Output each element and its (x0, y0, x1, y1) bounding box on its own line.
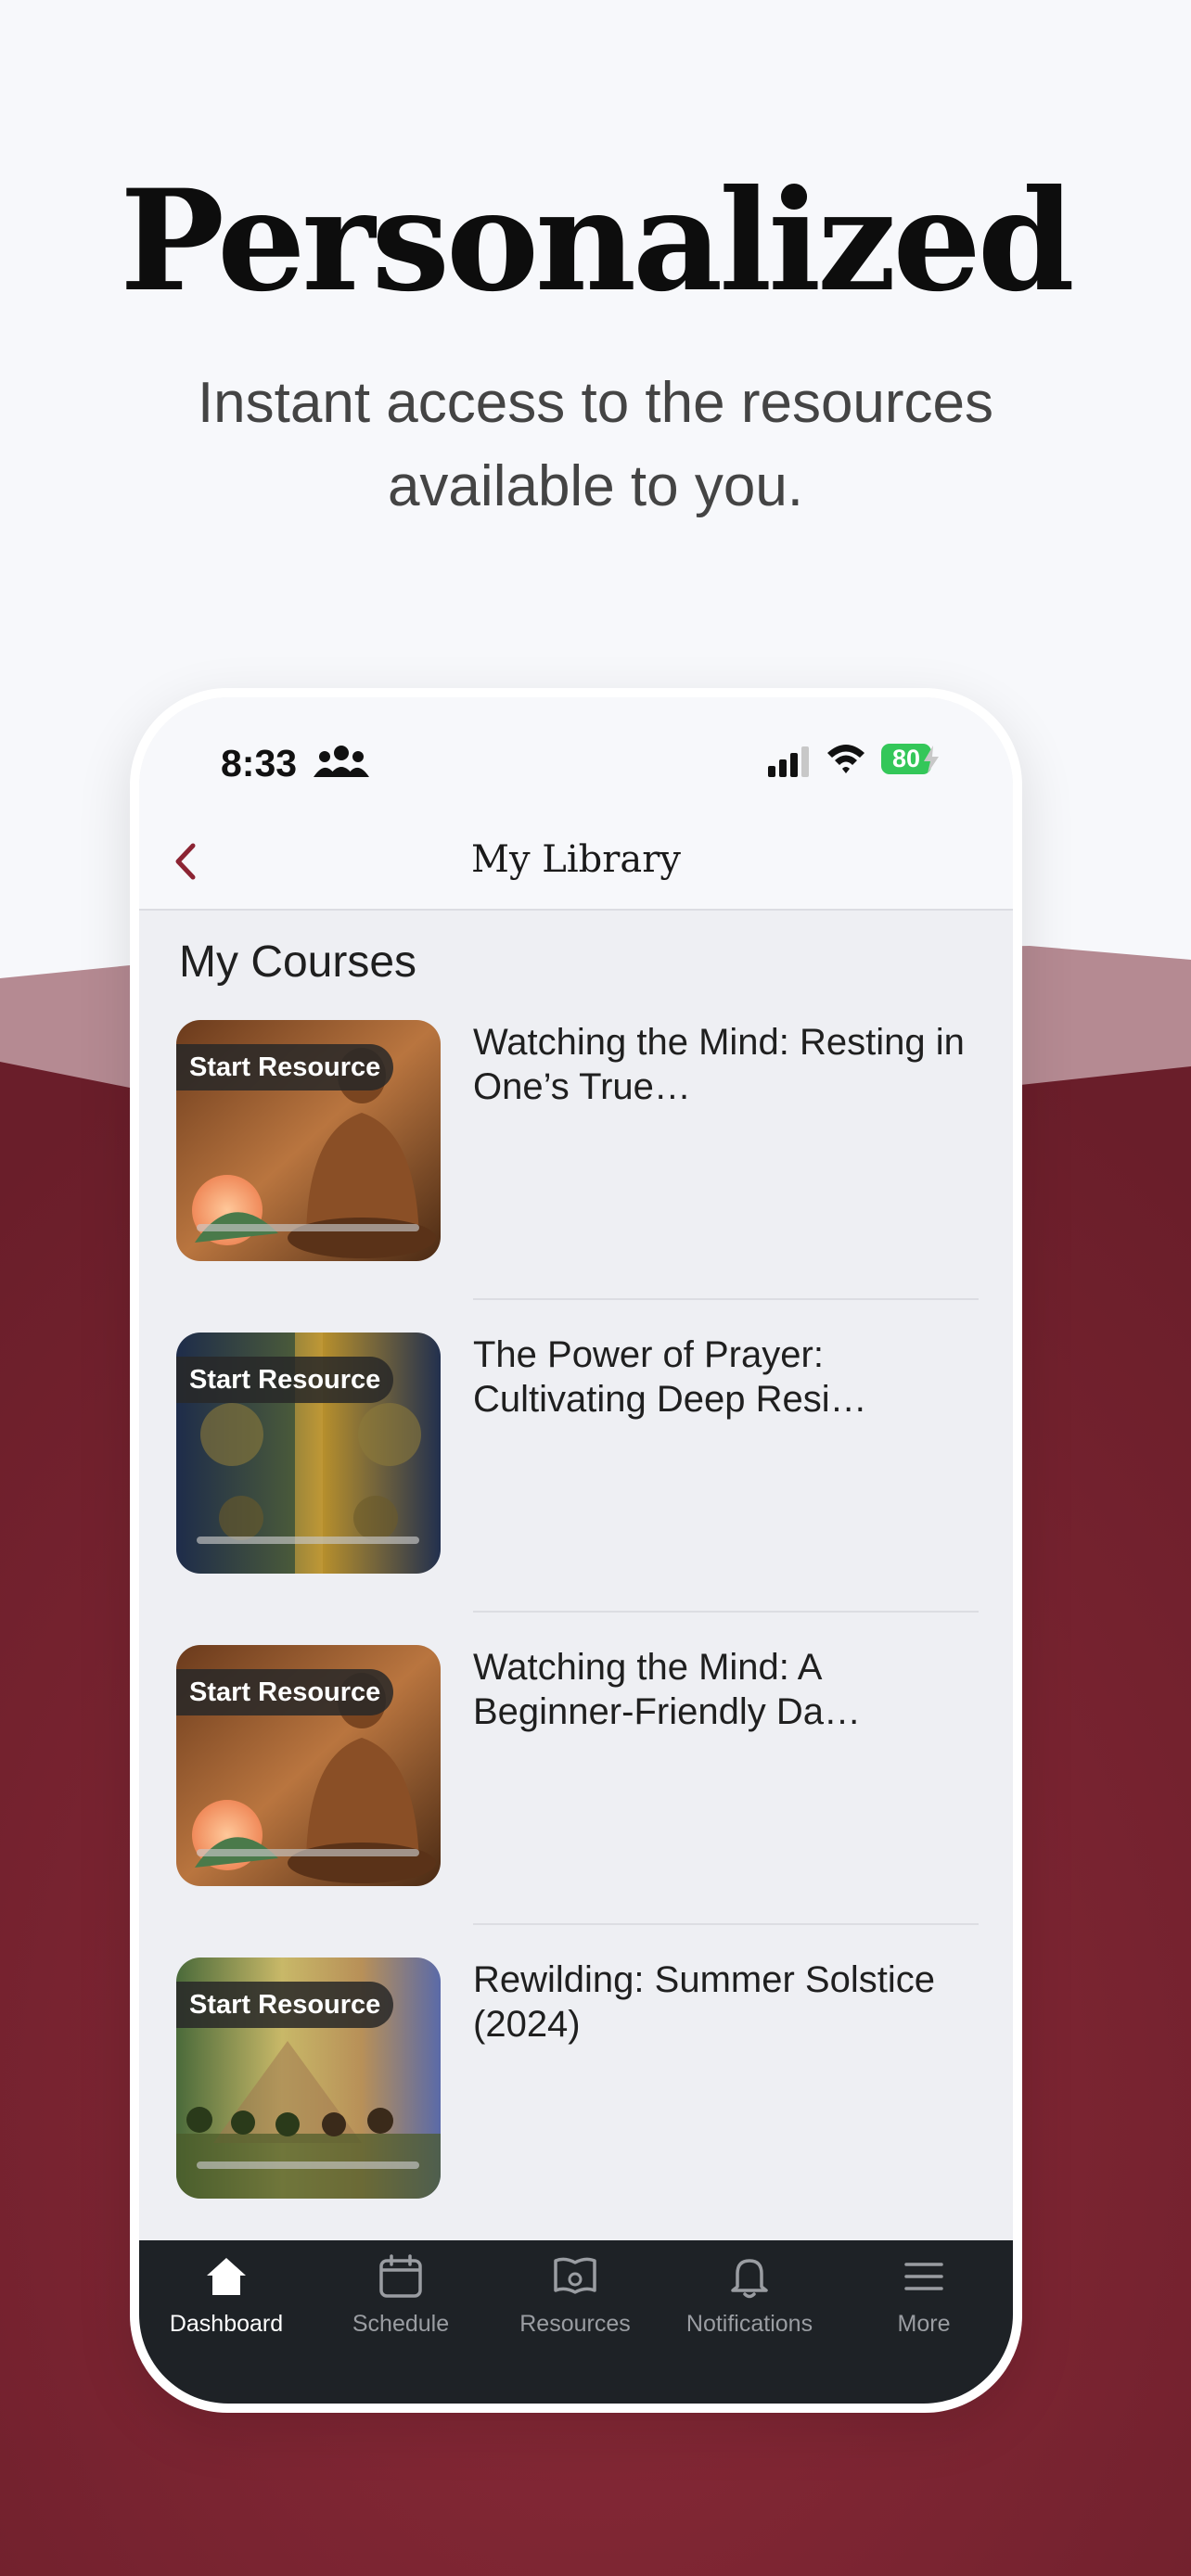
tab-dashboard[interactable]: Dashboard (139, 2240, 314, 2342)
book-icon (554, 2257, 596, 2294)
tab-label: Schedule (352, 2311, 450, 2337)
divider (473, 1923, 979, 1925)
tab-label: More (897, 2311, 951, 2337)
list-item[interactable]: Start Resource Watching the Mind: Restin… (139, 1020, 1013, 1332)
progress-bar (197, 1537, 419, 1544)
app-screen: 8:33 80 My Library My Courses Start Reso… (139, 697, 1013, 2404)
people-icon (314, 746, 369, 777)
list-item[interactable]: Start Resource Rewilding: Summer Solstic… (139, 1958, 1013, 2269)
charging-icon (924, 746, 939, 773)
list-item[interactable]: Start Resource The Power of Prayer: Cult… (139, 1333, 1013, 1644)
start-resource-badge: Start Resource (176, 1982, 394, 2028)
nav-bar: My Library (139, 816, 1013, 911)
tab-schedule[interactable]: Schedule (314, 2240, 488, 2342)
divider (473, 1611, 979, 1613)
tab-label: Notifications (685, 2311, 813, 2337)
tab-bar: Dashboard Schedule Resources Notificatio… (139, 2240, 1013, 2404)
tab-resources[interactable]: Resources (488, 2240, 662, 2342)
tab-more[interactable]: More (837, 2240, 1011, 2342)
course-title: Rewilding: Summer Solstice (2024) (473, 1959, 935, 2045)
start-resource-badge: Start Resource (176, 1357, 394, 1403)
course-title: Watching the Mind: A Beginner-Friendly D… (473, 1647, 861, 1732)
course-title: Watching the Mind: Resting in One’s True… (473, 1022, 965, 1107)
progress-bar (197, 2162, 419, 2169)
progress-bar (197, 1224, 419, 1231)
status-time: 8:33 (221, 742, 298, 784)
calendar-icon (379, 2254, 422, 2298)
headline: Personalized (120, 159, 1074, 323)
list-item[interactable]: Start Resource Watching the Mind: A Begi… (139, 1645, 1013, 1957)
tab-label: Resources (519, 2311, 631, 2337)
menu-icon (904, 2263, 943, 2290)
start-resource-badge: Start Resource (176, 1669, 394, 1715)
start-resource-badge: Start Resource (176, 1044, 394, 1090)
course-title: The Power of Prayer: Cultivating Deep Re… (473, 1334, 867, 1420)
tab-notifications[interactable]: Notifications (662, 2240, 837, 2342)
progress-bar (197, 1849, 419, 1856)
subline: Instant access to the resources availabl… (197, 371, 994, 518)
bell-icon (731, 2259, 768, 2299)
divider (473, 1298, 979, 1300)
page-title: My Library (471, 838, 681, 881)
phone-frame: 8:33 80 My Library My Courses Start Reso… (130, 688, 1022, 2413)
status-bar: 8:33 80 (139, 697, 1013, 816)
section-title: My Courses (179, 937, 417, 987)
tab-label: Dashboard (169, 2311, 284, 2337)
wifi-icon (827, 745, 864, 773)
signal-icon (768, 746, 809, 777)
home-icon (207, 2258, 246, 2295)
